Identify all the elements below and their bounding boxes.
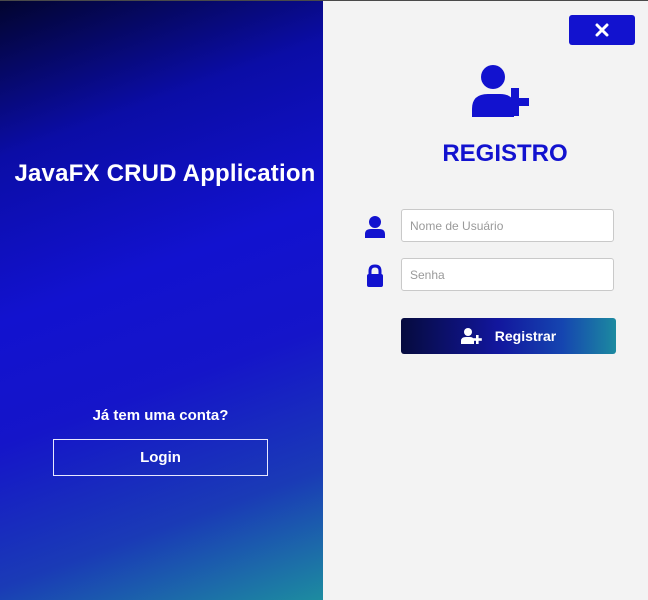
username-input[interactable]: [401, 209, 614, 242]
user-icon: [365, 216, 385, 238]
lock-icon: [367, 264, 383, 287]
register-title: REGISTRO: [442, 140, 568, 167]
password-input[interactable]: [401, 258, 614, 291]
left-panel: JavaFX CRUD Application Já tem uma conta…: [0, 0, 323, 600]
login-button[interactable]: Login: [53, 439, 268, 476]
window-top-border: [0, 0, 648, 1]
close-icon: [595, 23, 609, 37]
app-title: JavaFX CRUD Application: [14, 160, 316, 187]
register-button[interactable]: Registrar: [401, 318, 616, 354]
login-button-label: Login: [140, 449, 181, 466]
register-button-label: Registrar: [494, 328, 557, 344]
user-plus-icon: [472, 65, 529, 117]
user-plus-icon: [460, 328, 482, 344]
close-button[interactable]: [569, 15, 635, 45]
have-account-text: Já tem uma conta?: [92, 407, 229, 424]
